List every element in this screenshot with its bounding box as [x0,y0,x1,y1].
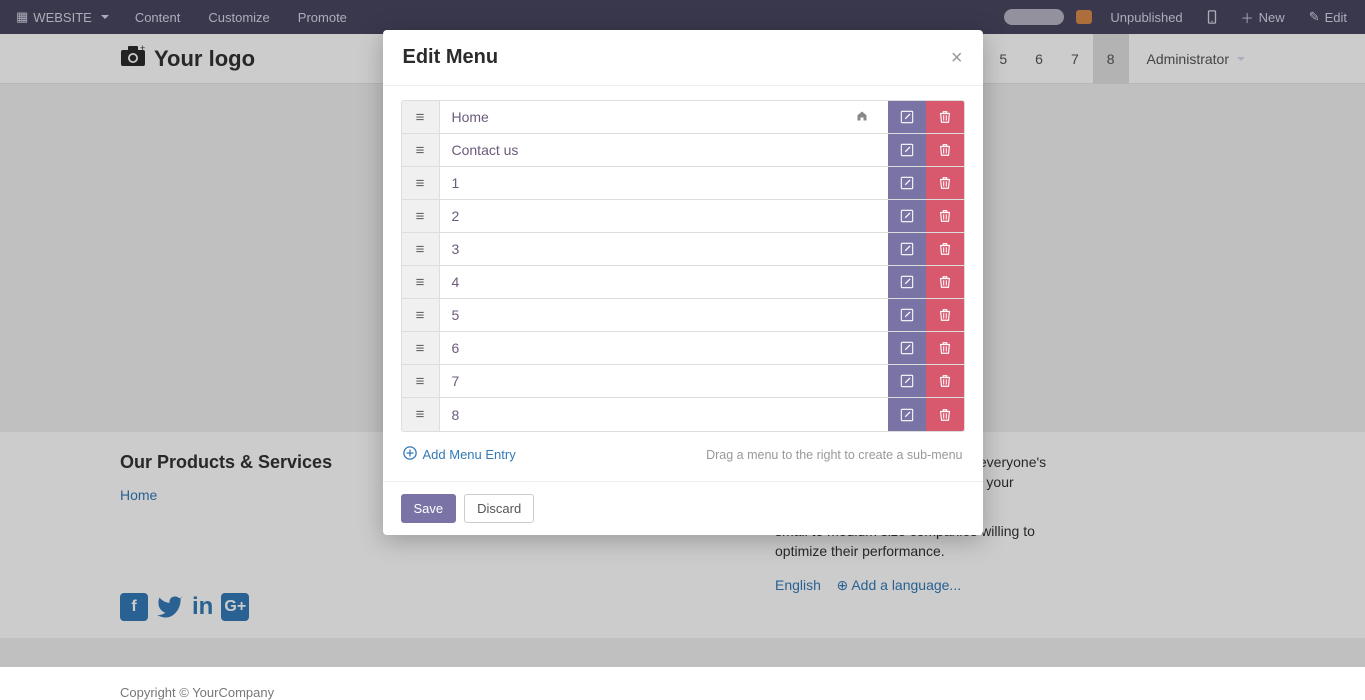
menu-row: Home [402,101,964,134]
menu-row: 3 [402,233,964,266]
add-menu-entry-link[interactable]: Add Menu Entry [403,446,516,463]
edit-menu-item-button[interactable] [888,200,926,232]
close-icon[interactable]: × [951,48,963,68]
discard-button[interactable]: Discard [464,494,534,523]
menu-item-label[interactable]: 1 [440,167,888,199]
menu-item-label[interactable]: Home [440,101,888,133]
delete-menu-item-button[interactable] [926,134,964,166]
edit-menu-item-button[interactable] [888,266,926,298]
delete-menu-item-button[interactable] [926,299,964,331]
drag-handle-icon[interactable] [402,266,440,298]
delete-menu-item-button[interactable] [926,332,964,364]
edit-menu-item-button[interactable] [888,332,926,364]
menu-row: Contact us [402,134,964,167]
add-menu-entry-label: Add Menu Entry [423,447,516,462]
delete-menu-item-button[interactable] [926,200,964,232]
drag-handle-icon[interactable] [402,101,440,133]
delete-menu-item-button[interactable] [926,233,964,265]
edit-menu-item-button[interactable] [888,299,926,331]
save-button[interactable]: Save [401,494,457,523]
drag-handle-icon[interactable] [402,233,440,265]
menu-row: 7 [402,365,964,398]
edit-menu-item-button[interactable] [888,365,926,397]
menu-row: 5 [402,299,964,332]
menu-item-label[interactable]: 6 [440,332,888,364]
menu-item-label[interactable]: Contact us [440,134,888,166]
menu-item-label[interactable]: 5 [440,299,888,331]
menu-row: 1 [402,167,964,200]
menu-row: 2 [402,200,964,233]
plus-circle-icon [403,446,417,463]
menu-item-label[interactable]: 3 [440,233,888,265]
drag-handle-icon[interactable] [402,167,440,199]
edit-menu-item-button[interactable] [888,134,926,166]
drag-handle-icon[interactable] [402,200,440,232]
home-icon [856,110,868,125]
drag-handle-icon[interactable] [402,398,440,431]
copyright-text: Copyright © YourCompany [120,685,274,700]
delete-menu-item-button[interactable] [926,167,964,199]
menu-item-label[interactable]: 7 [440,365,888,397]
delete-menu-item-button[interactable] [926,266,964,298]
drag-handle-icon[interactable] [402,332,440,364]
edit-menu-item-button[interactable] [888,101,926,133]
modal-title: Edit Menu [403,46,499,69]
menu-row: 6 [402,332,964,365]
edit-menu-item-button[interactable] [888,398,926,431]
edit-menu-modal: Edit Menu × HomeContact us12345678 Add M… [383,30,983,535]
delete-menu-item-button[interactable] [926,365,964,397]
drag-handle-icon[interactable] [402,299,440,331]
drag-handle-icon[interactable] [402,365,440,397]
drag-hint: Drag a menu to the right to create a sub… [706,448,962,462]
edit-menu-item-button[interactable] [888,233,926,265]
menu-list: HomeContact us12345678 [401,100,965,432]
menu-item-label[interactable]: 2 [440,200,888,232]
delete-menu-item-button[interactable] [926,101,964,133]
menu-item-label[interactable]: 8 [440,398,888,431]
menu-row: 8 [402,398,964,431]
drag-handle-icon[interactable] [402,134,440,166]
delete-menu-item-button[interactable] [926,398,964,431]
menu-row: 4 [402,266,964,299]
menu-item-label[interactable]: 4 [440,266,888,298]
edit-menu-item-button[interactable] [888,167,926,199]
